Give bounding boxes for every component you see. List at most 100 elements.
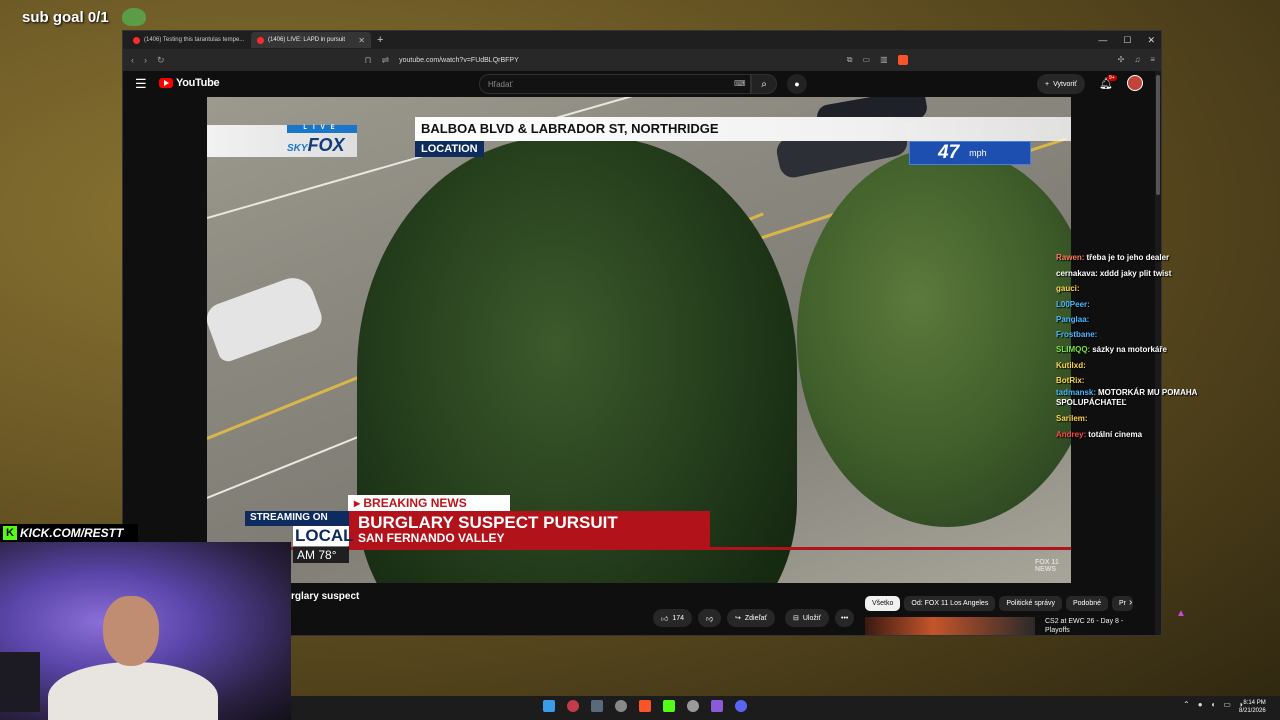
obs-icon[interactable] <box>711 700 723 712</box>
recommended-title[interactable]: CS2 at EWC 26 - Day 8 - Playoffs <box>1045 617 1135 635</box>
save-button[interactable]: ⊟ Uložiť <box>785 609 830 627</box>
chip-from-fox11[interactable]: Od: FOX 11 Los Angeles <box>904 596 996 611</box>
speed-value: 47 <box>938 142 960 163</box>
breaking-news-tag: ▸ BREAKING NEWS <box>348 495 510 511</box>
settings-gear-icon[interactable] <box>687 700 699 712</box>
chat-username[interactable]: SLIMQQ: <box>1056 345 1090 354</box>
kick-banner: K KICK.COM/RESTT <box>0 524 138 542</box>
search-icon: ⌕ <box>761 78 767 90</box>
create-button[interactable]: + Vytvoriť <box>1037 74 1085 94</box>
forward-icon[interactable]: › <box>144 55 147 65</box>
chat-message: Sarilem: <box>1056 411 1216 426</box>
browser-tab-lapd[interactable]: (1406) LIVE: LAPD in pursuit ✕ <box>251 32 371 48</box>
chat-message: L00Peer: <box>1056 297 1216 312</box>
windows-start-icon[interactable] <box>543 700 555 712</box>
chat-username[interactable]: Sarilem: <box>1056 414 1088 423</box>
live-label: LIVE <box>287 125 357 133</box>
mic-icon: ● <box>794 79 800 89</box>
location-banner: BALBOA BLVD & LABRADOR ST, NORTHRIDGE <box>415 117 1071 141</box>
system-tray: ⌃ ● ◖ ▭ ◗ <box>1183 700 1244 709</box>
hamburger-menu-icon[interactable]: ☰ <box>135 76 147 92</box>
chat-username[interactable]: gauci: <box>1056 284 1080 293</box>
chat-message: SLIMQQ: sázky na motorkáře <box>1056 342 1216 357</box>
bookmark-icon[interactable]: ⊓ <box>365 55 372 66</box>
brave-browser-icon[interactable] <box>639 700 651 712</box>
back-icon[interactable]: ‹ <box>131 55 134 65</box>
app-icon[interactable] <box>615 700 627 712</box>
chat-username[interactable]: BotRix: <box>1056 376 1084 385</box>
reload-icon[interactable]: ↻ <box>157 55 165 66</box>
volume-icon[interactable]: ◖ <box>1211 700 1216 709</box>
account-avatar[interactable] <box>1127 75 1143 91</box>
chat-text: třeba je to jeho dealer <box>1086 253 1170 262</box>
like-button[interactable]: 👍︎ 174 <box>653 609 693 627</box>
dislike-button[interactable]: 👎︎ <box>698 609 722 627</box>
search-input[interactable]: Hľadať <box>479 74 751 94</box>
chat-username[interactable]: Kutilxd: <box>1056 361 1086 370</box>
scrollbar-thumb[interactable] <box>1156 75 1160 195</box>
taskbar-clock[interactable]: 8:14 PM 8/21/2026 <box>1239 699 1266 715</box>
minimize-icon[interactable]: — <box>1098 35 1107 46</box>
save-label: Uložiť <box>802 614 822 622</box>
media-icon[interactable]: ♫ <box>1134 55 1140 65</box>
skyfox-wordmark: SKYFOX <box>287 135 345 156</box>
kick-app-icon[interactable] <box>663 700 675 712</box>
chip-related[interactable]: Podobné <box>1065 596 1108 611</box>
chat-username[interactable]: Panglaa: <box>1056 315 1089 324</box>
youtube-header: ☰ YouTube Hľadať ⌨ ⌕ ● + Vytvoriť 🔔︎ 9+ <box>123 71 1153 97</box>
browser-tab-tarantula[interactable]: (1406) Testing this tarantulas tempe... <box>127 32 247 48</box>
breaking-news-label: BREAKING NEWS <box>363 496 467 510</box>
pin-app-icon[interactable] <box>567 700 579 712</box>
snipping-tool-icon[interactable] <box>591 700 603 712</box>
chat-username[interactable]: cernakava: <box>1056 269 1098 278</box>
chat-message: BotRix: <box>1056 373 1216 388</box>
youtube-logo[interactable]: YouTube <box>159 77 220 89</box>
menu-icon[interactable]: ≡ <box>1150 55 1155 65</box>
more-actions-button[interactable]: ••• <box>835 609 855 627</box>
white-car <box>207 271 326 365</box>
chevron-right-icon[interactable]: › <box>1129 597 1132 608</box>
skyfox-logo: LIVE SKYFOX <box>207 125 357 157</box>
voice-search-button[interactable]: ● <box>787 74 807 94</box>
chat-username[interactable]: L00Peer: <box>1056 300 1090 309</box>
chip-all[interactable]: Všetko <box>865 596 901 611</box>
tab-label: (1406) LIVE: LAPD in pursuit <box>268 37 346 43</box>
cast-icon[interactable]: ▭ <box>863 55 871 65</box>
weather-readout: AM 78° <box>293 547 349 563</box>
youtube-favicon-icon <box>257 36 264 44</box>
share-button[interactable]: ↪ Zdieľať <box>727 609 776 627</box>
brave-shield-icon[interactable] <box>897 55 908 65</box>
video-player[interactable]: LIVE SKYFOX BALBOA BLVD & LABRADOR ST, N… <box>207 97 1071 583</box>
url-field[interactable]: youtube.com/watch?v=FUdBLQrBFPY <box>399 57 519 64</box>
maximize-icon[interactable]: ☐ <box>1123 35 1131 46</box>
filter-chips: Všetko Od: FOX 11 Los Angeles Politické … <box>865 596 1133 611</box>
search-button[interactable]: ⌕ <box>751 74 777 94</box>
taskbar-apps <box>543 700 747 712</box>
display-icon[interactable]: ▭ <box>1223 700 1231 709</box>
close-window-icon[interactable]: ✕ <box>1147 35 1155 46</box>
chat-username[interactable]: Rawen: <box>1056 253 1084 262</box>
chip-political-news[interactable]: Politické správy <box>999 596 1062 611</box>
chat-username[interactable]: tadmansk: <box>1056 388 1096 397</box>
close-tab-icon[interactable]: ✕ <box>358 36 365 45</box>
address-bar-actions: ⧉ ▭ ▥ ✣ ♫ ≡ <box>847 55 1155 65</box>
mic-tray-icon[interactable]: ● <box>1198 700 1203 709</box>
extensions-icon[interactable]: ✣ <box>1118 55 1125 65</box>
new-tab-button[interactable]: + <box>377 34 383 46</box>
sidebar-icon[interactable]: ▥ <box>880 55 888 65</box>
discord-icon[interactable] <box>735 700 747 712</box>
keyboard-icon[interactable]: ⌨ <box>734 79 746 88</box>
mouse-cursor-icon: ▲ <box>1176 608 1186 619</box>
chat-username[interactable]: Frostbane: <box>1056 330 1097 339</box>
chat-message: gauci: <box>1056 281 1216 296</box>
translate-icon[interactable]: ⧉ <box>847 55 853 65</box>
chat-username[interactable]: Andrey: <box>1056 430 1086 439</box>
windows-taskbar: ⌃ ● ◖ ▭ ◗ 8:14 PM 8/21/2026 <box>291 696 1280 720</box>
chat-message: Frostbane: <box>1056 327 1216 342</box>
share-label: Zdieľať <box>744 614 768 622</box>
chevron-up-icon[interactable]: ⌃ <box>1183 700 1190 709</box>
notification-badge: 9+ <box>1107 75 1117 81</box>
youtube-wordmark: YouTube <box>176 77 220 89</box>
recommended-thumbnail[interactable] <box>865 617 1035 635</box>
site-info-icon[interactable]: ⇌ <box>382 55 390 66</box>
